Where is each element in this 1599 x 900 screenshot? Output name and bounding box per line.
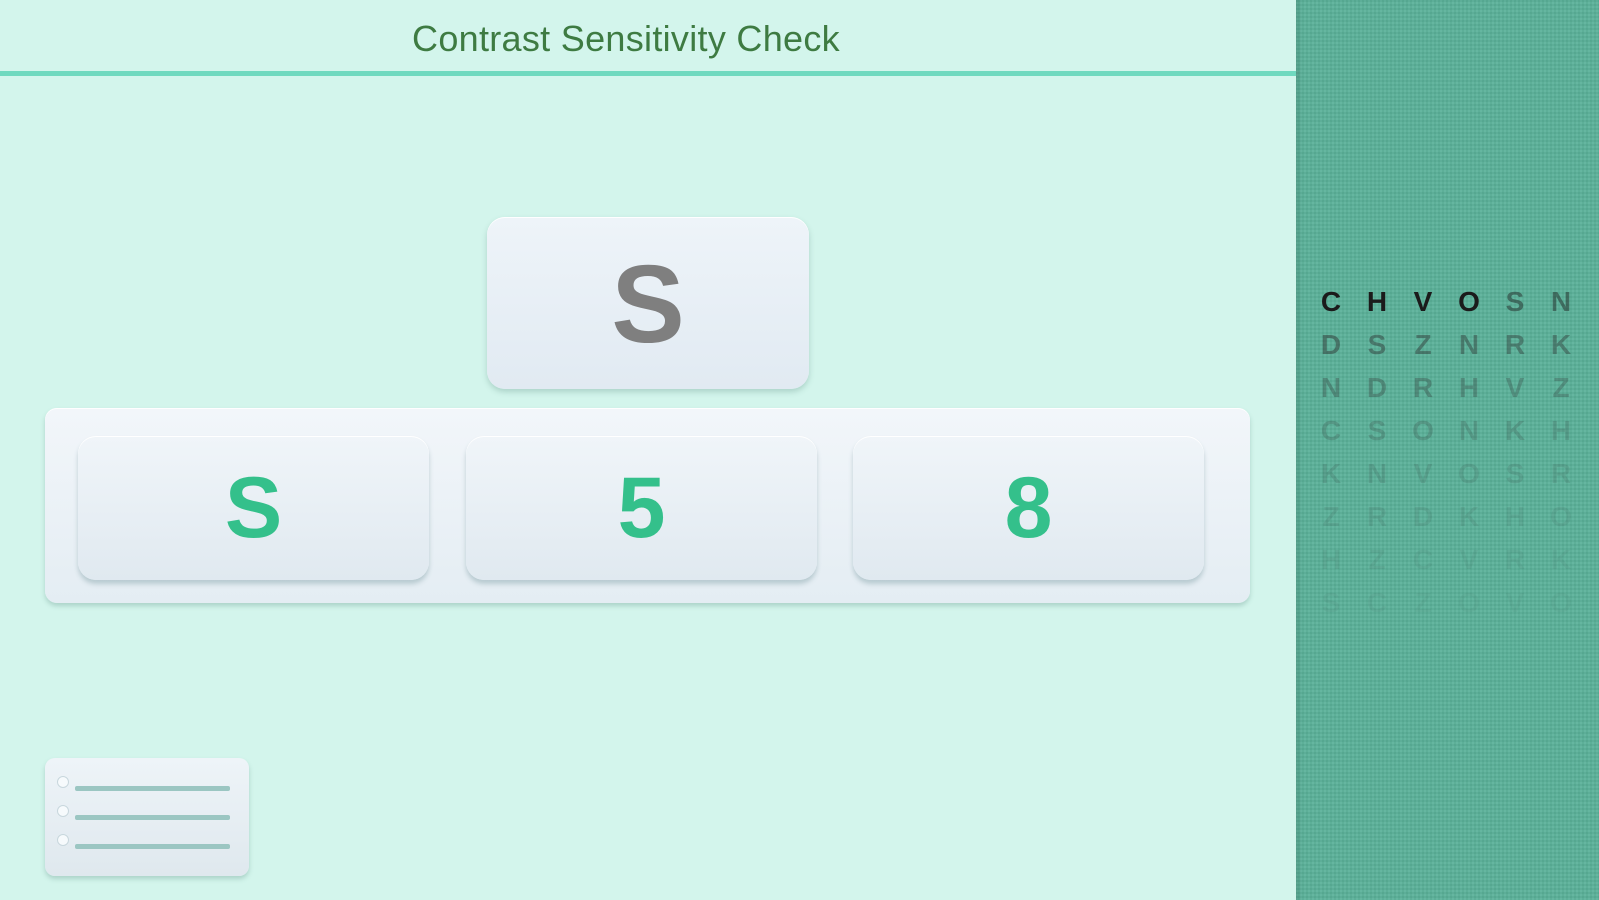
main-area: Contrast Sensitivity Check S S 5 8 [0,0,1296,900]
list-line [75,844,230,849]
chart-letter: Z [1408,588,1438,617]
chart-letter: Z [1552,371,1570,403]
list-line [75,786,230,791]
chart-letter: C [1366,586,1388,618]
list-bullet [57,805,69,817]
chart-letter: K [1504,414,1526,446]
chart-letter: O [1458,285,1480,317]
answer-choices-tray: S 5 8 [45,408,1250,603]
chart-letter: K [1458,500,1480,532]
chart-letter: S [1367,328,1387,360]
chart-row: HZCVRK [1316,538,1576,581]
chart-letter: K [1550,543,1572,575]
choice-label: 5 [617,460,666,556]
chart-letter: V [1413,457,1433,489]
chart-row: CSONKH [1316,409,1576,452]
chart-letter: R [1366,500,1388,532]
header-divider [0,71,1296,76]
chart-letter: V [1505,371,1525,403]
chart-letter: D [1412,500,1434,532]
list-line [75,815,230,820]
chart-row: KNVOSR [1316,452,1576,495]
list-bullet [57,834,69,846]
chart-letter: C [1412,543,1434,575]
target-letter-card: S [487,217,809,389]
contrast-chart-panel: CHVOSNDSZNRKNDRHVZCSONKHKNVOSRZRDKHOHZCV… [1296,0,1599,900]
choice-label: S [224,460,283,556]
chart-letter: H [1320,543,1342,575]
contrast-letter-chart: CHVOSNDSZNRKNDRHVZCSONKHKNVOSRZRDKHOHZCV… [1316,280,1576,624]
chart-letter: Z [1322,500,1340,532]
chart-letter: R [1412,371,1434,403]
panel-edge-shadow [1296,0,1302,900]
chart-letter: C [1320,285,1342,317]
chart-letter: R [1504,328,1526,360]
chart-letter: O [1458,457,1480,489]
chart-letter: O [1412,414,1434,446]
chart-letter: Z [1414,328,1432,360]
chart-letter: H [1366,285,1388,317]
menu-button[interactable] [45,758,249,876]
chart-letter: C [1320,414,1342,446]
chart-letter: S [1505,457,1525,489]
chart-row: SCZOVO [1316,581,1576,624]
chart-letter: R [1504,543,1526,575]
chart-letter: D [1366,371,1388,403]
chart-letter: S [1505,285,1525,317]
choice-button-2[interactable]: 5 [466,436,817,580]
chart-letter: K [1320,457,1342,489]
chart-letter: D [1320,328,1342,360]
header: Contrast Sensitivity Check [0,0,1296,80]
page-title: Contrast Sensitivity Check [412,18,840,59]
chart-row: DSZNRK [1316,323,1576,366]
choice-button-1[interactable]: S [78,436,429,580]
chart-letter: K [1550,328,1572,360]
app-root: Contrast Sensitivity Check S S 5 8 C H V… [0,0,1599,900]
chart-letter: Z [1368,543,1386,575]
choice-label: 8 [1004,460,1053,556]
chart-letter: V [1413,285,1433,317]
choice-button-3[interactable]: 8 [853,436,1204,580]
list-bullet [57,776,69,788]
chart-letter: N [1320,371,1342,403]
chart-letter: V [1500,588,1530,617]
chart-letter: O [1546,588,1576,617]
chart-letter: N [1458,328,1480,360]
chart-row: ZRDKHO [1316,495,1576,538]
chart-letter: S [1367,414,1387,446]
chart-letter: R [1550,457,1572,489]
target-letter: S [611,243,685,366]
chart-letter: S [1321,586,1341,618]
chart-letter: N [1550,285,1572,317]
chart-letter: H [1458,371,1480,403]
chart-letter: H [1550,414,1572,446]
chart-letter: N [1366,457,1388,489]
chart-row: NDRHVZ [1316,366,1576,409]
chart-letter: O [1454,588,1484,617]
chart-letter: V [1459,543,1479,575]
chart-letter: O [1550,500,1572,532]
chart-row: CHVOSN [1316,280,1576,323]
chart-letter: H [1504,500,1526,532]
chart-letter: N [1458,414,1480,446]
